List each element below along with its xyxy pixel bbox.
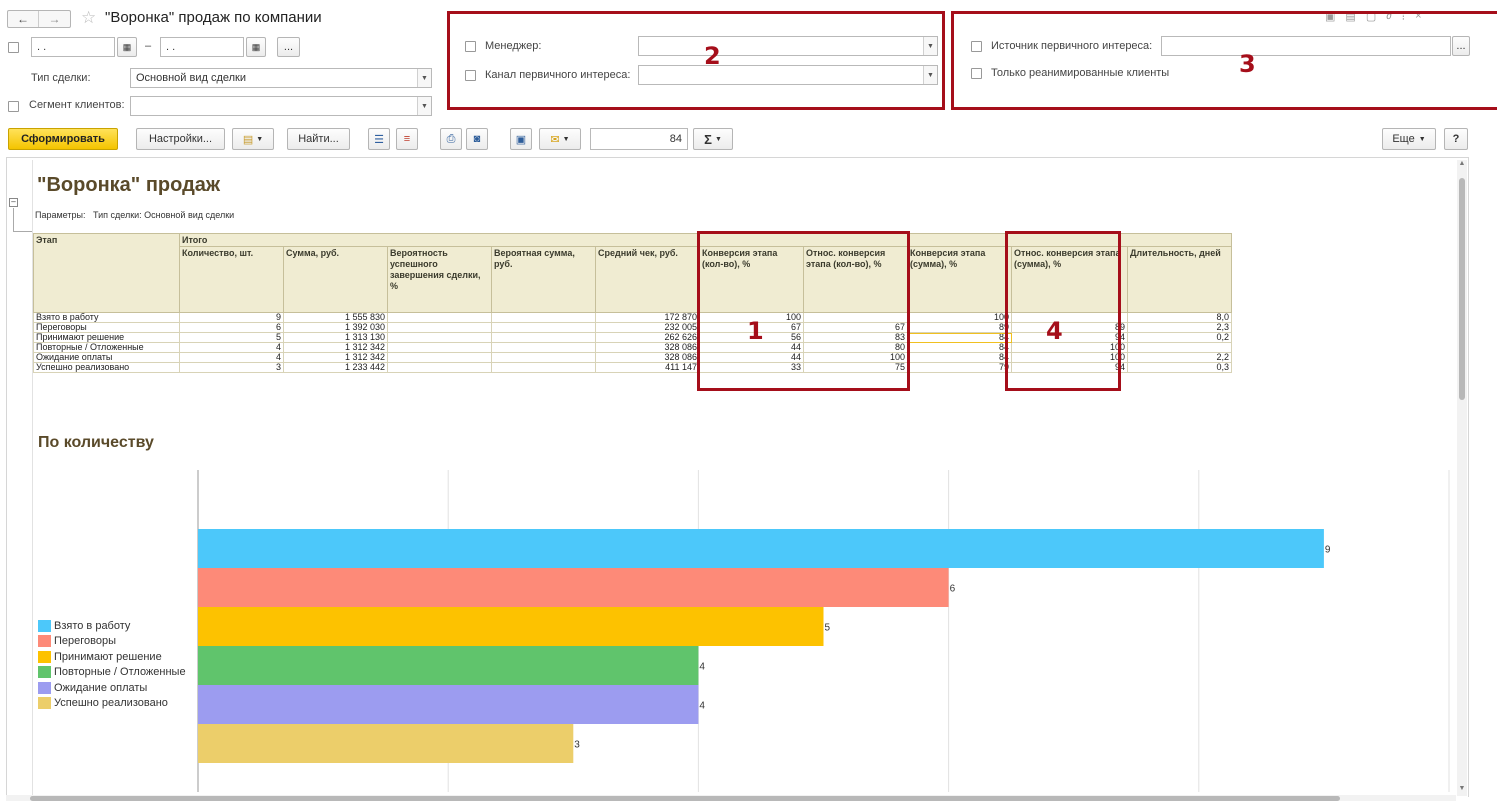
bar-value-label: 9 <box>1325 545 1331 556</box>
bar-chart: 9 6 5 4 4 3 <box>197 470 1450 792</box>
bar[interactable] <box>198 724 574 763</box>
bar-value-label: 6 <box>950 584 956 595</box>
bar[interactable] <box>198 568 949 607</box>
scroll-down-icon[interactable]: ▼ <box>1457 785 1467 792</box>
scroll-up-icon[interactable]: ▲ <box>1457 160 1467 167</box>
bar-value-label: 3 <box>574 740 580 751</box>
bar[interactable] <box>198 529 1324 568</box>
bar[interactable] <box>198 685 699 724</box>
bar[interactable] <box>198 607 824 646</box>
bar-value-label: 4 <box>699 662 705 673</box>
horizontal-scrollbar[interactable] <box>6 795 1456 801</box>
bar-value-label: 4 <box>699 701 705 712</box>
horizontal-scroll-thumb[interactable] <box>30 796 1340 801</box>
bar[interactable] <box>198 646 699 685</box>
vertical-scroll-thumb[interactable] <box>1459 178 1465 400</box>
vertical-scrollbar[interactable]: ▲ ▼ <box>1457 160 1467 796</box>
bar-value-label: 5 <box>825 623 831 634</box>
